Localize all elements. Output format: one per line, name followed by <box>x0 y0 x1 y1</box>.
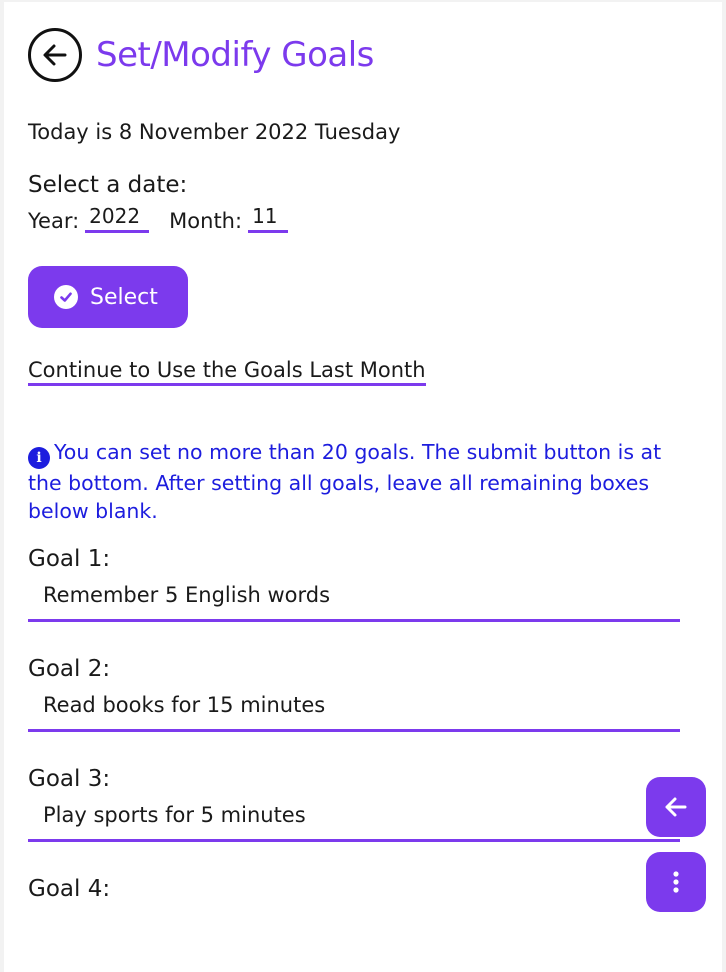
info-message: i You can set no more than 20 goals. The … <box>28 438 692 525</box>
select-button-label: Select <box>90 284 158 310</box>
more-options-fab-button[interactable] <box>646 852 706 912</box>
more-vertical-icon <box>673 871 679 893</box>
goal-4-input[interactable] <box>28 910 680 972</box>
goal-label: Goal 1: <box>28 546 111 572</box>
back-fab-button[interactable] <box>646 777 706 837</box>
continue-last-month-link[interactable]: Continue to Use the Goals Last Month <box>28 358 426 386</box>
goal-label: Goal 4: <box>28 876 111 902</box>
back-button[interactable] <box>28 28 82 82</box>
year-input[interactable]: 2022 <box>85 204 150 233</box>
goal-1: Goal 1: Remember 5 English words <box>28 546 680 622</box>
goal-label: Goal 2: <box>28 656 111 682</box>
month-label: Month: <box>169 209 243 233</box>
goal-3: Goal 3: Play sports for 5 minutes <box>28 766 680 842</box>
goal-4: Goal 4: <box>28 876 680 972</box>
info-icon: i <box>28 447 50 469</box>
page-title: Set/Modify Goals <box>96 35 374 75</box>
page-header: Set/Modify Goals <box>28 28 374 82</box>
info-text: You can set no more than 20 goals. The s… <box>28 440 662 523</box>
goal-2-input[interactable]: Read books for 15 minutes <box>28 690 680 732</box>
check-circle-icon <box>54 285 78 309</box>
goal-2: Goal 2: Read books for 15 minutes <box>28 656 680 732</box>
goal-1-input[interactable]: Remember 5 English words <box>28 580 680 622</box>
goal-label: Goal 3: <box>28 766 111 792</box>
month-input[interactable]: 11 <box>248 204 289 233</box>
select-date-heading: Select a date: <box>28 172 188 198</box>
year-month-row: Year: 2022 Month: 11 <box>28 204 289 233</box>
goals-page: Set/Modify Goals Today is 8 November 202… <box>4 2 722 972</box>
goal-3-input[interactable]: Play sports for 5 minutes <box>28 800 680 842</box>
arrow-left-icon <box>43 44 67 66</box>
today-date-text: Today is 8 November 2022 Tuesday <box>28 120 401 144</box>
arrow-left-icon <box>665 797 687 817</box>
year-label: Year: <box>28 209 80 233</box>
select-button[interactable]: Select <box>28 266 188 328</box>
